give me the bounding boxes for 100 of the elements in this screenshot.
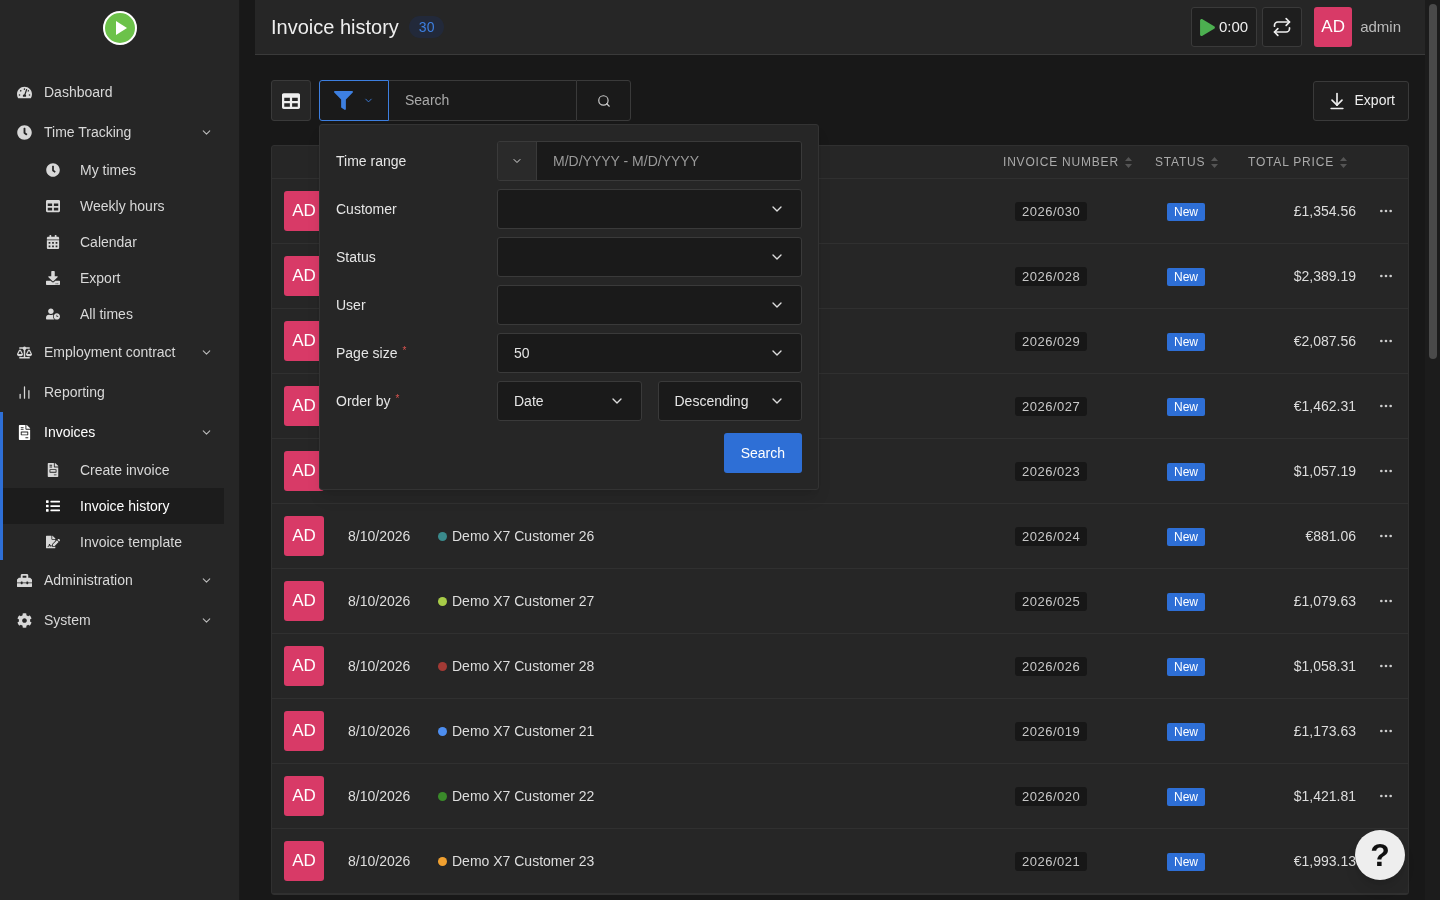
total-price: $2,389.19 <box>1293 267 1356 284</box>
sidebar-item[interactable]: Time Tracking <box>3 112 239 152</box>
required-mark: * <box>402 343 407 358</box>
user-avatar: AD <box>284 581 324 621</box>
user-avatar: AD <box>284 516 324 556</box>
date-cell: 8/10/2026 <box>348 657 411 674</box>
sidebar-item[interactable]: Administration <box>3 560 239 600</box>
search-submit-button[interactable] <box>576 80 631 121</box>
column-header[interactable]: STATUS <box>1155 153 1206 171</box>
field-label: Page size <box>336 343 398 363</box>
date-cell: 8/10/2026 <box>348 852 411 869</box>
customer-name: Demo X7 Customer 27 <box>452 591 595 611</box>
signature-icon <box>46 535 60 549</box>
user-avatar: AD <box>284 841 324 881</box>
column-header[interactable]: INVOICE NUMBER <box>1003 153 1119 171</box>
select-field[interactable] <box>497 237 802 277</box>
total-price: £1,173.63 <box>1293 722 1356 739</box>
invoice-number: 2026/028 <box>1015 266 1088 286</box>
date-range-field[interactable]: M/D/YYYY - M/D/YYYY <box>497 141 802 181</box>
download-icon <box>46 271 60 285</box>
total-price: €1,993.13 <box>1293 852 1356 869</box>
search-field[interactable]: Search <box>389 80 576 121</box>
invoice-number: 2026/030 <box>1015 201 1088 221</box>
toolbox-icon <box>17 572 32 588</box>
invoice-number: 2026/019 <box>1015 721 1088 741</box>
list-icon <box>46 499 60 513</box>
status-badge: New <box>1167 462 1205 481</box>
status-badge: New <box>1167 202 1205 221</box>
user-avatar: AD <box>284 776 324 816</box>
invoice-number: 2026/020 <box>1015 786 1088 806</box>
date-range-input[interactable]: M/D/YYYY - M/D/YYYY <box>537 142 801 180</box>
status-badge: New <box>1167 787 1205 806</box>
date-cell: 8/10/2026 <box>348 787 411 804</box>
page-title: Invoice history <box>271 15 399 40</box>
customer-name: Demo X7 Customer 26 <box>452 526 595 546</box>
total-price: €1,462.31 <box>1293 397 1356 414</box>
total-price: £1,354.56 <box>1293 202 1356 219</box>
sidebar-subitem[interactable]: Create invoice <box>3 452 224 488</box>
total-price: €881.06 <box>1305 527 1356 544</box>
column-header[interactable]: TOTAL PRICE <box>1248 153 1334 171</box>
select-field[interactable]: Date <box>497 381 642 421</box>
select-field[interactable] <box>497 189 802 229</box>
scrollbar[interactable] <box>1425 0 1440 900</box>
customer-name: Demo X7 Customer 22 <box>452 786 595 806</box>
status-badge: New <box>1167 852 1205 871</box>
field-label: Status <box>336 247 376 267</box>
document-icon <box>46 463 60 477</box>
field-label: User <box>336 295 366 315</box>
count-badge: 30 <box>408 16 445 38</box>
status-badge: New <box>1167 657 1205 676</box>
filter-icon <box>334 91 353 110</box>
customer-name: Demo X7 Customer 21 <box>452 721 595 741</box>
sidebar-subitem[interactable]: My times <box>3 152 224 188</box>
play-icon <box>1199 18 1215 36</box>
select-field[interactable] <box>497 285 802 325</box>
user-avatar: AD <box>284 646 324 686</box>
sidebar-item[interactable]: Employment contract <box>3 332 239 372</box>
sidebar-subitem[interactable]: All times <box>3 296 224 332</box>
date-cell: 8/10/2026 <box>348 527 411 544</box>
select-field[interactable]: 50 <box>497 333 802 373</box>
dashboard-icon <box>17 84 32 100</box>
total-price: £1,079.63 <box>1293 592 1356 609</box>
field-label: Time range <box>336 151 407 171</box>
status-badge: New <box>1167 332 1205 351</box>
sidebar-subitem[interactable]: Export <box>3 260 224 296</box>
sidebar-item[interactable]: Dashboard <box>3 72 239 112</box>
total-price: $1,057.19 <box>1293 462 1356 479</box>
sidebar-item[interactable]: System <box>3 600 239 640</box>
grid-icon <box>46 199 60 213</box>
search-icon <box>596 93 611 108</box>
filter-button[interactable] <box>319 80 389 121</box>
sidebar-subitem[interactable]: Invoice history <box>3 488 224 524</box>
total-price: $1,058.31 <box>1293 657 1356 674</box>
field-label: Order by <box>336 391 391 411</box>
status-badge: New <box>1167 592 1205 611</box>
timer-button[interactable]: 0:00 <box>1190 7 1258 47</box>
sidebar-item[interactable]: Reporting <box>3 372 239 412</box>
sidebar-subitem[interactable]: Invoice template <box>3 524 224 560</box>
user-name[interactable]: admin <box>1360 15 1401 39</box>
sidebar-item[interactable]: Invoices <box>3 412 239 452</box>
invoice-number: 2026/029 <box>1015 331 1088 351</box>
clock-icon <box>46 163 60 177</box>
invoice-number: 2026/026 <box>1015 656 1088 676</box>
total-price: $1,421.81 <box>1293 787 1356 804</box>
status-badge: New <box>1167 397 1205 416</box>
table-icon <box>281 91 301 110</box>
logo-icon[interactable] <box>102 11 137 45</box>
sidebar-subitem[interactable]: Weekly hours <box>3 188 224 224</box>
refresh-button[interactable] <box>1262 7 1303 47</box>
user-avatar[interactable]: AD <box>1314 7 1353 47</box>
field-label: Customer <box>336 199 397 219</box>
search-button[interactable]: Search <box>723 433 802 473</box>
sidebar-subitem[interactable]: Calendar <box>3 224 224 260</box>
document-icon <box>17 424 32 440</box>
date-cell: 8/10/2026 <box>348 722 411 739</box>
table-view-button[interactable] <box>271 80 311 121</box>
invoice-number: 2026/023 <box>1015 461 1088 481</box>
select-field[interactable]: Descending <box>657 381 802 421</box>
date-cell: 8/10/2026 <box>348 592 411 609</box>
export-button[interactable]: Export <box>1312 80 1409 121</box>
